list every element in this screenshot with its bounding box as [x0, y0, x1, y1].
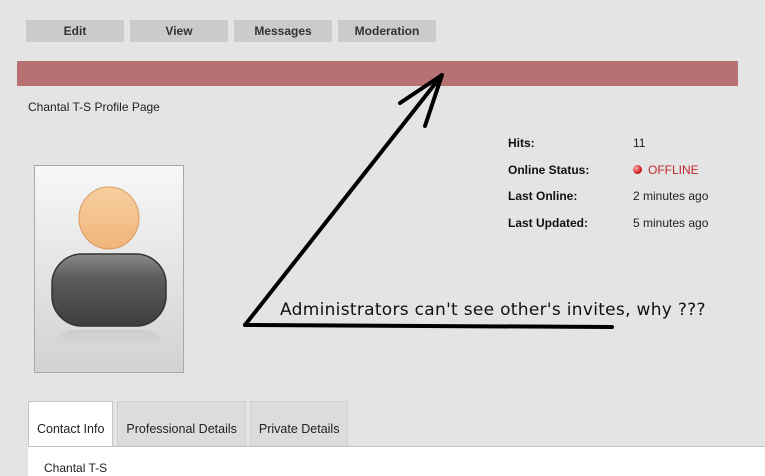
tab-professional-details[interactable]: Professional Details — [117, 401, 246, 446]
annotation-text: Administrators can't see other's invites… — [280, 300, 706, 320]
stat-value: 11 — [633, 136, 646, 151]
page-title: Chantal T-S Profile Page — [28, 100, 160, 114]
messages-button[interactable]: Messages — [234, 20, 332, 42]
profile-tabs: Contact Info Professional Details Privat… — [28, 401, 352, 448]
stat-hits: Hits: 11 — [508, 130, 708, 157]
stat-online-status: Online Status: OFFLINE — [508, 157, 708, 184]
stat-last-online: Last Online: 2 minutes ago — [508, 183, 708, 210]
profile-stats: Hits: 11 Online Status: OFFLINE Last Onl… — [508, 130, 708, 236]
user-silhouette-icon — [51, 186, 167, 360]
stat-label: Last Updated: — [508, 215, 589, 230]
stat-last-updated: Last Updated: 5 minutes ago — [508, 210, 708, 237]
tab-panel-contact-info: Chantal T-S — [28, 446, 765, 476]
stat-value: 5 minutes ago — [633, 215, 709, 230]
tab-contact-info[interactable]: Contact Info — [28, 401, 114, 448]
online-status-text: OFFLINE — [648, 162, 699, 177]
stat-value: OFFLINE — [633, 163, 699, 177]
edit-button[interactable]: Edit — [26, 20, 124, 42]
stat-value: 2 minutes ago — [633, 189, 709, 204]
profile-toolbar: Edit View Messages Moderation — [26, 20, 436, 42]
header-banner — [17, 61, 738, 86]
avatar — [34, 165, 184, 373]
status-dot-icon — [633, 165, 642, 175]
stat-label: Hits: — [508, 136, 535, 151]
tab-private-details[interactable]: Private Details — [249, 401, 349, 446]
stat-label: Last Online: — [508, 189, 578, 204]
moderation-button[interactable]: Moderation — [338, 20, 436, 42]
view-button[interactable]: View — [130, 20, 228, 42]
stat-label: Online Status: — [508, 162, 590, 177]
